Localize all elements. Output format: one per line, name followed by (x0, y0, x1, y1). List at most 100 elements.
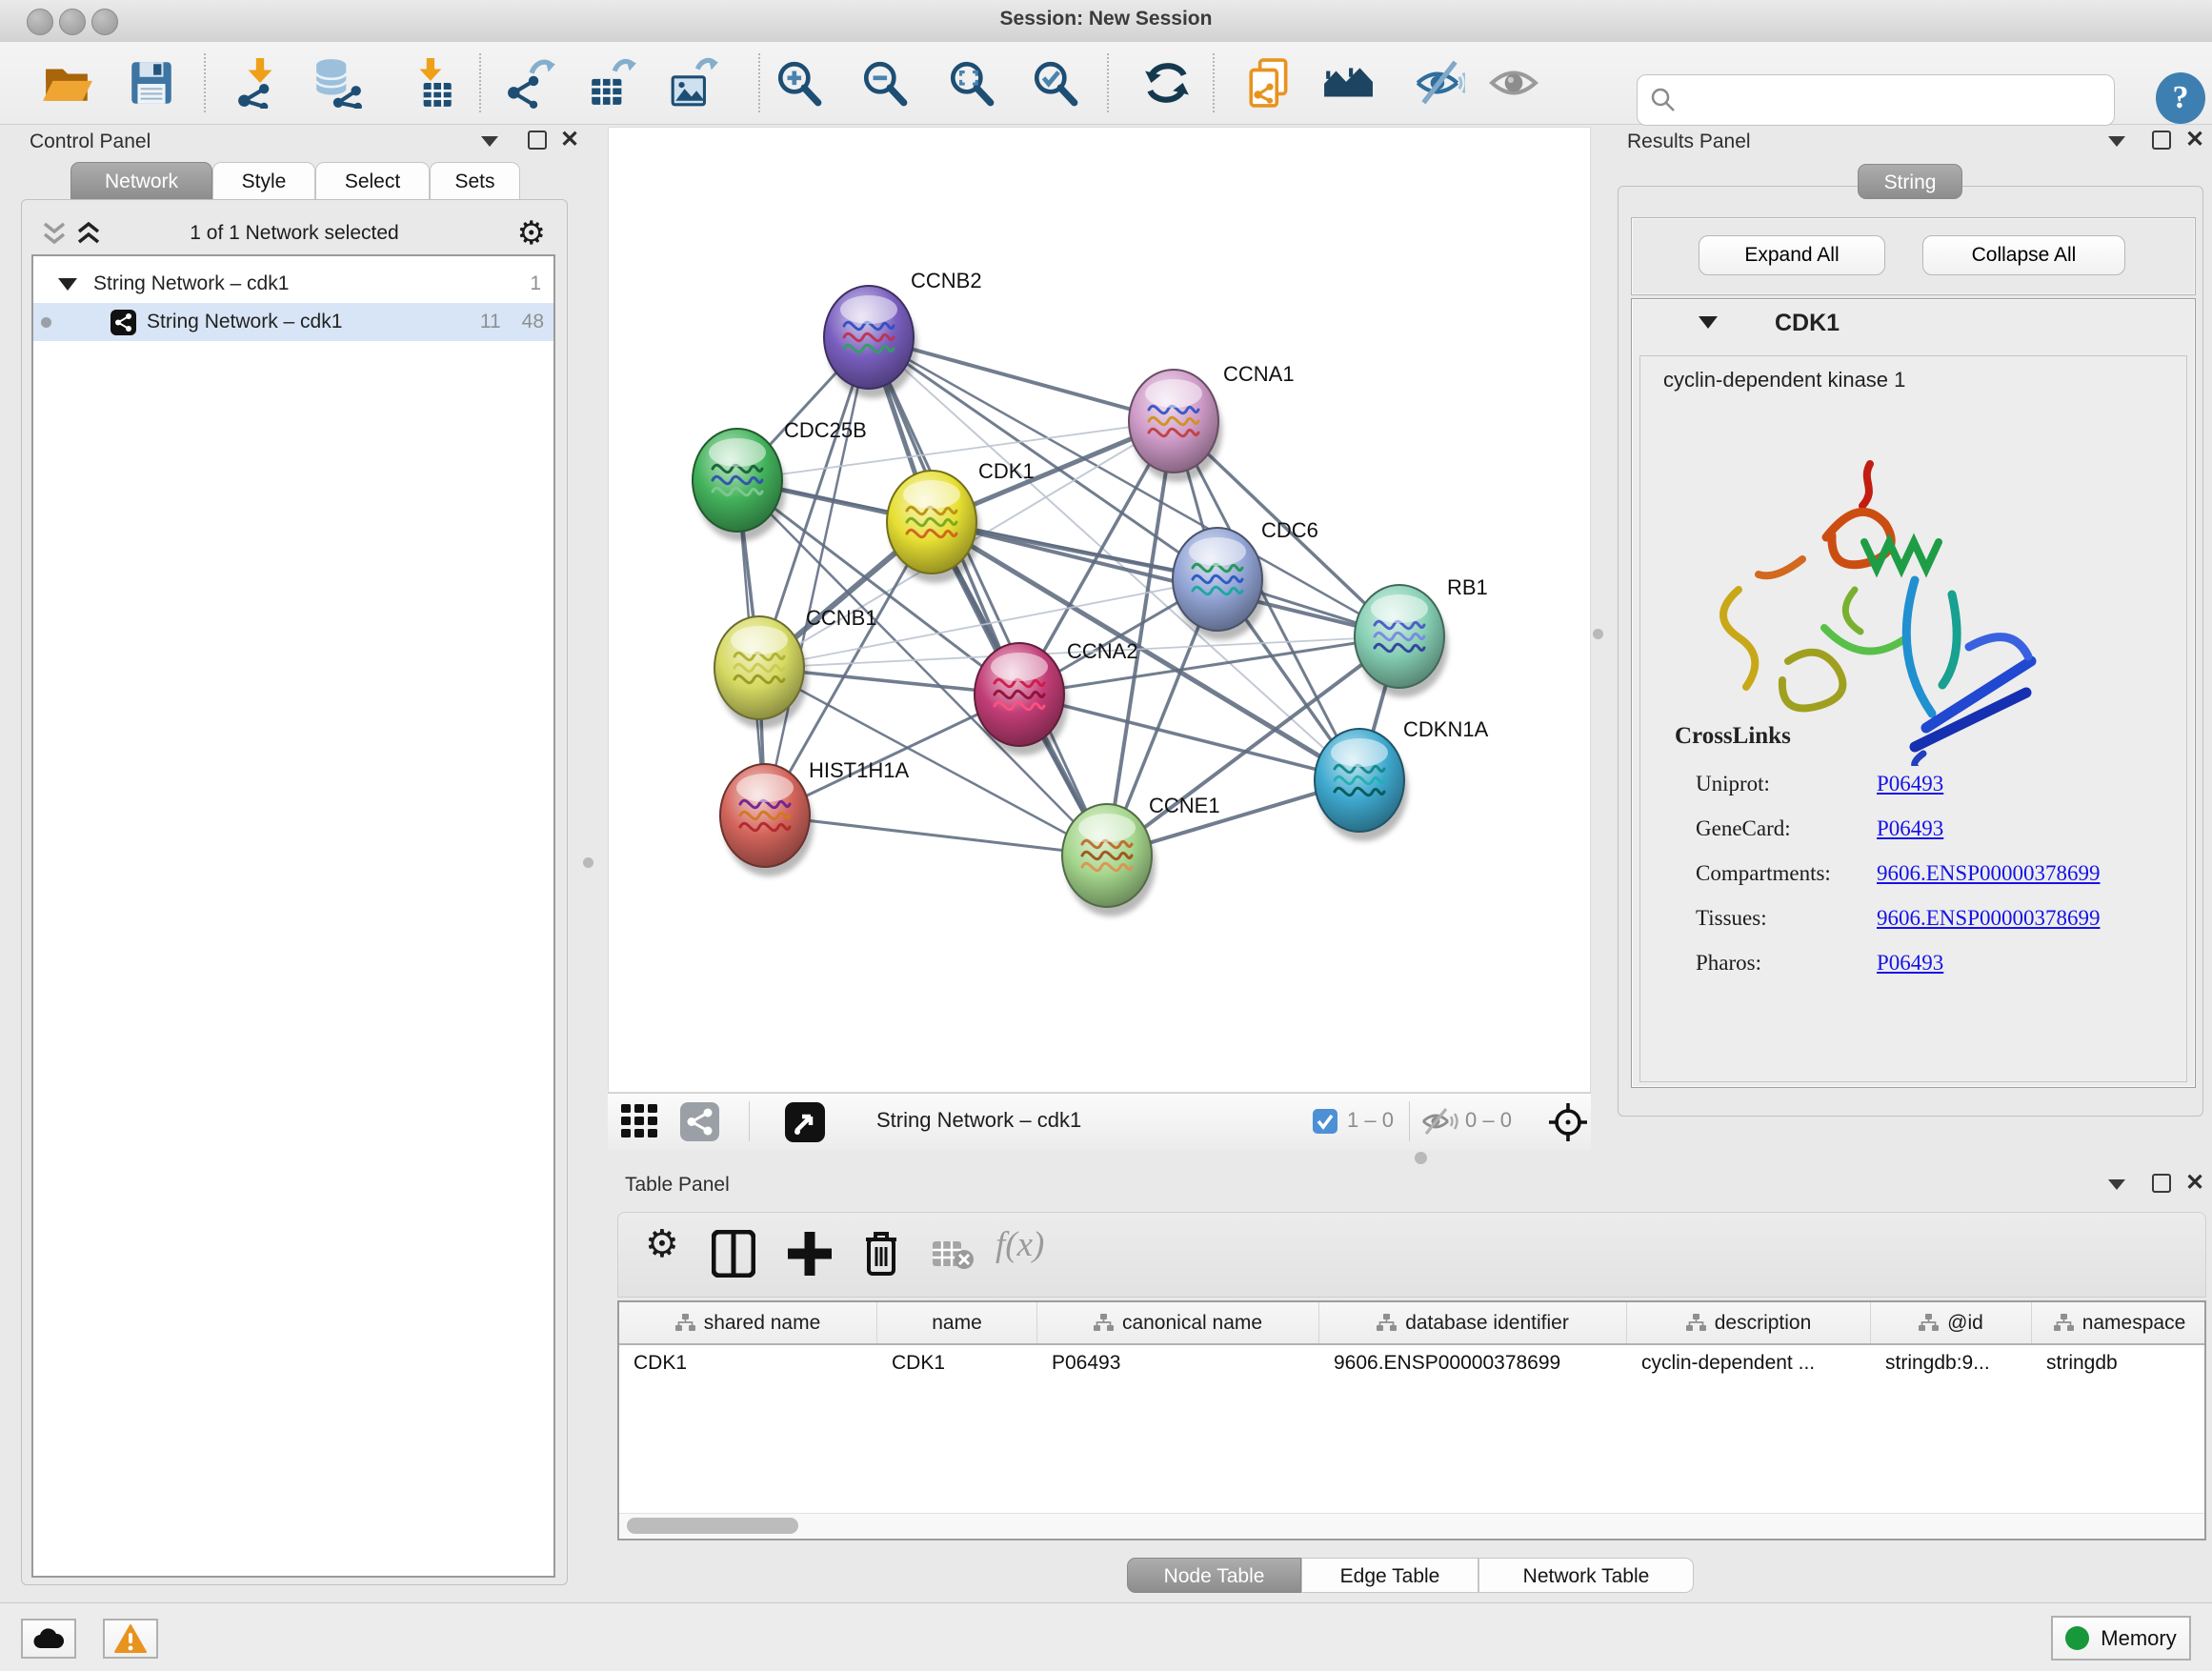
network-node-CCNE1[interactable]: CCNE1 (1062, 794, 1220, 916)
network-view-share-icon[interactable] (680, 1102, 719, 1141)
table-cell[interactable]: stringdb (2032, 1345, 2206, 1381)
crosslink-value-link[interactable]: 9606.ENSP00000378699 (1877, 906, 2101, 931)
vertical-splitter-handle[interactable] (583, 857, 593, 868)
network-edge-CDK1-RB1[interactable] (932, 522, 1399, 636)
crosslink-value-link[interactable]: P06493 (1877, 772, 1943, 796)
network-tree-root-row[interactable]: String Network – cdk1 1 (33, 265, 553, 303)
import-network-from-database-button[interactable] (312, 57, 364, 109)
network-node-RB1[interactable]: RB1 (1355, 575, 1488, 697)
column-header-namespace[interactable]: namespace (2032, 1302, 2206, 1343)
tab-sets[interactable]: Sets (430, 162, 520, 200)
tab-style[interactable]: Style (212, 162, 315, 200)
crosslink-value-link[interactable]: P06493 (1877, 951, 1943, 976)
zoom-in-button[interactable] (774, 57, 825, 109)
network-edge-CCNB2-HIST1H1A[interactable] (765, 337, 869, 815)
results-panel-float-icon[interactable] (2152, 131, 2171, 150)
clone-network-button[interactable] (1244, 57, 1296, 109)
table-settings-gear-icon[interactable]: ⚙ (645, 1222, 679, 1266)
network-view-canvas[interactable]: CCNB2CCNA1CDC25BCDK1CDC6RB1CCNB1CCNA2CDK… (608, 127, 1591, 1093)
function-builder-icon[interactable]: f(x) (995, 1224, 1044, 1265)
table-cell[interactable]: P06493 (1037, 1345, 1319, 1381)
control-panel-float-icon[interactable] (528, 131, 547, 150)
network-options-gear-icon[interactable]: ⚙ (517, 214, 546, 252)
gene-entry-expander-icon[interactable] (1699, 316, 1718, 329)
control-panel-close-icon[interactable]: ✕ (560, 131, 579, 150)
tab-network-table[interactable]: Network Table (1478, 1558, 1694, 1593)
table-row[interactable]: CDK1CDK1P064939606.ENSP00000378699cyclin… (619, 1345, 2204, 1381)
import-table-button[interactable] (407, 57, 458, 109)
search-input[interactable] (1685, 88, 2114, 112)
network-node-CCNA1[interactable]: CCNA1 (1129, 362, 1295, 482)
network-node-CDKN1A[interactable]: CDKN1A (1315, 717, 1489, 841)
table-cell[interactable]: CDK1 (619, 1345, 877, 1381)
column-header-canonical-name[interactable]: canonical name (1037, 1302, 1319, 1343)
warnings-button[interactable] (103, 1619, 158, 1659)
tree-expander-icon[interactable] (58, 278, 77, 291)
export-network-button[interactable] (506, 57, 557, 109)
memory-button[interactable]: Memory (2051, 1616, 2191, 1661)
create-column-plus-icon[interactable] (788, 1230, 832, 1278)
save-session-button[interactable] (126, 57, 177, 109)
column-header-database-identifier[interactable]: database identifier (1319, 1302, 1627, 1343)
crosslink-value-link[interactable]: P06493 (1877, 816, 1943, 841)
control-panel-collapse-icon[interactable] (481, 136, 498, 147)
export-image-button[interactable] (668, 57, 719, 109)
vertical-splitter-handle[interactable] (1593, 629, 1603, 639)
center-view-crosshair-icon[interactable] (1547, 1101, 1589, 1143)
scrollbar-thumb[interactable] (627, 1518, 798, 1534)
network-node-HIST1H1A[interactable]: HIST1H1A (720, 758, 909, 876)
selected-checkbox-icon[interactable] (1313, 1109, 1337, 1134)
tab-network[interactable]: Network (70, 162, 212, 200)
tab-edge-table[interactable]: Edge Table (1301, 1558, 1478, 1593)
network-node-CCNB2[interactable]: CCNB2 (824, 269, 982, 398)
fly-to-network-icon[interactable] (785, 1102, 825, 1142)
network-tree-row-selected[interactable]: String Network – cdk1 11 48 (33, 303, 553, 341)
delete-column-trash-icon[interactable] (862, 1230, 900, 1278)
gene-entry-header[interactable]: CDK1 (1632, 299, 2195, 347)
delete-table-icon[interactable] (933, 1239, 975, 1270)
column-header--id[interactable]: @id (1871, 1302, 2032, 1343)
column-header-name[interactable]: name (877, 1302, 1037, 1343)
export-table-button[interactable] (587, 57, 638, 109)
search-field-wrap (1637, 74, 2115, 126)
network-graph[interactable]: CCNB2CCNA1CDC25BCDK1CDC6RB1CCNB1CCNA2CDK… (609, 128, 1590, 1092)
network-node-CCNA2[interactable]: CCNA2 (975, 639, 1138, 755)
import-network-button[interactable] (234, 57, 286, 109)
hide-panel-eye-button[interactable] (1414, 57, 1465, 109)
tab-node-table[interactable]: Node Table (1127, 1558, 1301, 1593)
results-panel-close-icon[interactable]: ✕ (2185, 131, 2204, 150)
show-panel-eye-button[interactable] (1488, 57, 1539, 109)
crosslink-value-link[interactable]: 9606.ENSP00000378699 (1877, 861, 2101, 886)
tab-select[interactable]: Select (315, 162, 430, 200)
grid-view-icon[interactable] (621, 1104, 659, 1140)
help-button[interactable]: ? (2156, 72, 2205, 124)
horizontal-splitter-handle[interactable] (1415, 1152, 1427, 1164)
zoom-selected-button[interactable] (1030, 57, 1081, 109)
table-horizontal-scrollbar[interactable] (619, 1513, 2204, 1539)
apply-layout-button[interactable] (1141, 57, 1193, 109)
open-session-button[interactable] (42, 57, 93, 109)
table-cell[interactable]: CDK1 (877, 1345, 1037, 1381)
table-cell[interactable]: cyclin-dependent ... (1627, 1345, 1871, 1381)
results-panel-collapse-icon[interactable] (2108, 136, 2125, 147)
cloud-status-button[interactable] (21, 1619, 76, 1659)
birds-eye-view-button[interactable] (1322, 57, 1374, 109)
status-footer: Memory (0, 1602, 2212, 1671)
network-node-CCNB1[interactable]: CCNB1 (714, 606, 877, 729)
network-edge-HIST1H1A-CCNE1[interactable] (765, 815, 1107, 856)
expand-all-button[interactable]: Expand All (1699, 235, 1885, 275)
network-node-CDK1[interactable]: CDK1 (887, 459, 1035, 583)
table-cell[interactable]: 9606.ENSP00000378699 (1319, 1345, 1627, 1381)
zoom-out-button[interactable] (859, 57, 911, 109)
show-columns-icon[interactable] (712, 1230, 755, 1278)
table-panel-close-icon[interactable]: ✕ (2185, 1174, 2204, 1193)
table-panel-collapse-icon[interactable] (2108, 1179, 2125, 1190)
table-cell[interactable]: stringdb:9... (1871, 1345, 2032, 1381)
collapse-all-button[interactable]: Collapse All (1922, 235, 2125, 275)
zoom-fit-button[interactable] (946, 57, 997, 109)
column-header-description[interactable]: description (1627, 1302, 1871, 1343)
tab-string[interactable]: String (1858, 164, 1962, 199)
table-panel-float-icon[interactable] (2152, 1174, 2171, 1193)
toolbar-separator (479, 53, 481, 112)
column-header-shared-name[interactable]: shared name (619, 1302, 877, 1343)
